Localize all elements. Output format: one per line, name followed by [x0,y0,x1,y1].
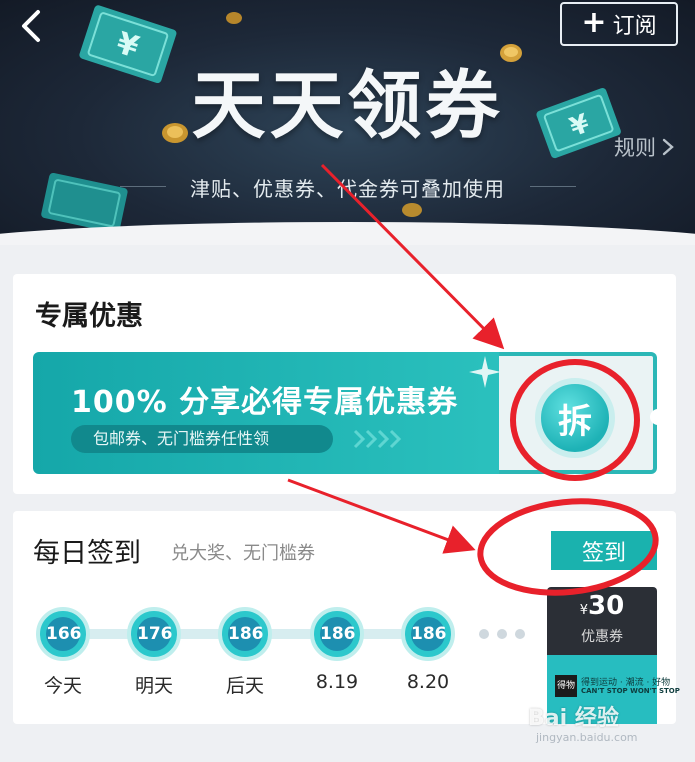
brand-tagline-en: CAN'T STOP WON'T STOP [581,687,680,695]
points-badge: 186 [310,607,364,661]
subscribe-button[interactable]: + 订阅 [560,2,678,46]
subtitle-divider-right [530,186,576,187]
prize-currency: ¥ [579,603,589,618]
coupon-body: 100% 分享必得专属优惠券 包邮券、无门槛券任性领 [33,352,507,474]
back-button[interactable] [14,8,50,44]
banner-title: 天天领券 [191,63,504,149]
points-badge: 166 [36,607,90,661]
coupon-stub: 拆 [499,352,664,474]
points-value: 166 [46,617,82,651]
coupon-headline: 100% 分享必得专属优惠券 [71,385,459,420]
section-subtitle: 兑大奖、无门槛券 [171,543,315,564]
points-badge: 186 [218,607,272,661]
points-badge: 176 [127,607,181,661]
day-label: 8.20 [406,671,450,693]
chevron-right-icon [662,138,674,156]
prize-amount-value: 30 [588,591,625,621]
rules-link[interactable]: 规则 [614,132,674,162]
checkin-day: 186 后天 [217,607,273,698]
points-value: 186 [411,617,447,651]
prize-type: 优惠券 [581,629,623,645]
points-badge: 186 [401,607,455,661]
brand-logo: 得物 [555,675,577,697]
plus-icon: + [581,4,607,40]
watermark-url: jingyan.baidu.com [536,731,638,744]
more-days-indicator [479,629,525,639]
exclusive-offer-card: 专属优惠 100% 分享必得专属优惠券 包邮券、无门槛券任性领 拆 [13,274,676,494]
points-value: 186 [320,617,356,651]
checkin-button[interactable]: 签到 [551,531,657,570]
prize-top: ¥30 优惠券 [547,587,657,655]
arrows-right-icon [353,429,402,449]
points-value: 186 [228,617,264,651]
prize-amount: ¥30 [547,591,657,621]
daily-checkin-card: 每日签到 兑大奖、无门槛券 签到 166 今天 176 明天 186 后天 18… [13,511,680,724]
day-label: 8.19 [315,671,359,693]
open-coupon-button[interactable]: 拆 [535,378,615,458]
watermark-logo: Bai 经验 [528,706,619,731]
rules-label: 规则 [614,136,656,160]
checkin-day: 166 今天 [35,607,91,698]
banner-subtitle: 津贴、优惠券、代金券可叠加使用 [190,177,505,201]
section-title: 每日签到 [33,538,141,569]
coin-icon [226,12,242,24]
checkin-day: 176 明天 [126,607,182,698]
points-value: 176 [137,617,173,651]
day-label: 后天 [225,675,264,697]
coin-icon [402,203,422,217]
coupon-subline: 包邮券、无门槛券任性领 [71,425,333,453]
subscribe-label: 订阅 [612,14,657,39]
checkin-day: 186 8.20 [400,607,456,693]
chevron-left-icon [22,10,40,42]
banner: ¥ ¥ + 订阅 天天领券 津贴、优惠券、代金券可叠加使用 规则 [0,0,695,245]
checkin-day: 186 8.19 [309,607,365,693]
section-title: 专属优惠 [35,301,143,332]
exclusive-coupon[interactable]: 100% 分享必得专属优惠券 包邮券、无门槛券任性领 拆 [33,352,664,474]
day-label: 今天 [43,675,82,697]
coupon-notch [650,409,664,425]
day-label: 明天 [134,675,173,697]
